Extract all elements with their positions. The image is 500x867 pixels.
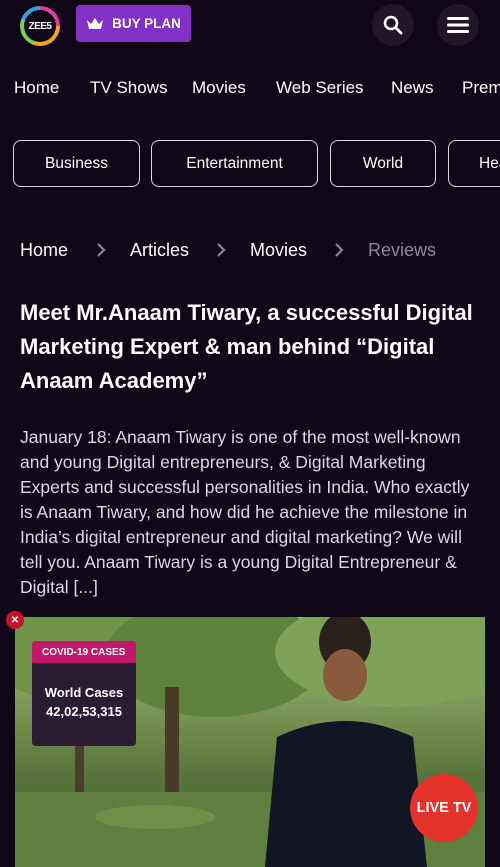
crown-icon [87,17,104,29]
breadcrumb-articles[interactable]: Articles [130,240,189,261]
chip-world[interactable]: World [330,140,436,187]
covid-widget-header: COVID-19 CASES [42,646,126,658]
nav-item-web-series[interactable]: Web Series [276,78,364,98]
covid-widget[interactable]: COVID-19 CASES World Cases 42,02,53,315 [32,641,136,746]
covid-value: 42,02,53,315 [46,704,122,719]
nav-item-movies[interactable]: Movies [192,78,246,98]
search-icon [383,15,403,35]
nav-item-news[interactable]: News [391,78,434,98]
breadcrumb-home[interactable]: Home [20,240,68,261]
article-title[interactable]: Meet Mr.Anaam Tiwary, a successful Digit… [20,296,482,398]
article-excerpt: January 18: Anaam Tiwary is one of the m… [20,427,470,597]
live-tv-label: LIVE TV [416,800,472,816]
live-tv-button[interactable]: LIVE TV [410,774,478,842]
breadcrumb: Home Articles Movies Reviews [20,240,490,264]
nav-item-home[interactable]: Home [14,78,59,98]
menu-button[interactable] [437,4,479,46]
buy-plan-button[interactable]: BUY PLAN [76,5,191,42]
buy-plan-label: BUY PLAN [112,16,181,31]
chip-business[interactable]: Business [13,140,140,187]
chevron-right-icon [335,243,344,257]
covid-label: World Cases [44,685,124,700]
close-icon: ✕ [10,614,20,626]
zee5-logo[interactable]: ZEE5 [20,6,60,46]
breadcrumb-reviews: Reviews [368,240,437,260]
chip-health[interactable]: Health [448,140,500,187]
search-button[interactable] [372,4,414,46]
main-nav: Home TV Shows Movies Web Series News Pre… [0,78,500,102]
top-bar: ZEE5 BUY PLAN [0,0,500,52]
chevron-right-icon [217,243,226,257]
logo-text: ZEE5 [28,20,52,32]
nav-item-premium[interactable]: Premium [462,78,500,98]
nav-item-tv-shows[interactable]: TV Shows [90,78,167,98]
menu-icon [447,17,469,33]
chevron-right-icon [97,243,106,257]
category-chips: Business Entertainment World Health [0,140,500,188]
chip-entertainment[interactable]: Entertainment [151,140,318,187]
breadcrumb-movies[interactable]: Movies [250,240,307,261]
close-widget-button[interactable]: ✕ [6,611,24,629]
